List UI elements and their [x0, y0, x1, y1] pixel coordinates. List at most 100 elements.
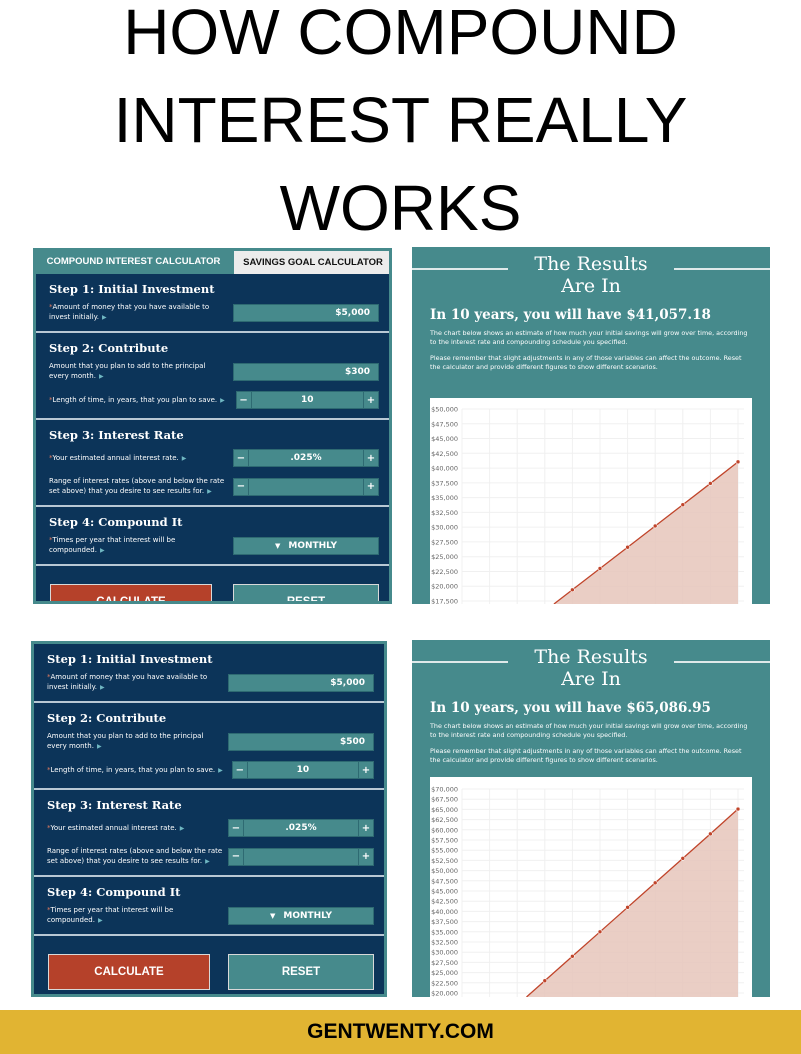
compound-frequency-select[interactable]: ▼ MONTHLY [233, 536, 379, 555]
interest-rate-input[interactable]: .025% [244, 820, 358, 836]
y-tick-label: $47,500 [431, 420, 458, 428]
step-4-section: Step 4: Compound It *Times per year that… [34, 877, 384, 936]
results-headline: In 10 years, you will have $65,086.95 [430, 700, 711, 716]
years-input[interactable]: 10 [248, 762, 358, 778]
calculate-button[interactable]: CALCULATE [48, 954, 210, 990]
data-point [625, 544, 630, 550]
info-arrow-icon[interactable]: ▶ [98, 917, 103, 924]
y-tick-label: $57,500 [431, 837, 458, 845]
data-point [570, 953, 575, 959]
calculator-tabs: COMPOUND INTEREST CALCULATOR SAVINGS GOA… [36, 251, 389, 274]
info-arrow-icon[interactable]: ▶ [100, 684, 105, 691]
y-tick-label: $70,000 [431, 786, 458, 794]
increment-button[interactable]: + [358, 762, 373, 778]
increment-button[interactable]: + [358, 848, 373, 865]
headline-line-2: INTEREST REALLY [113, 84, 688, 156]
caret-down-icon: ▼ [269, 911, 276, 920]
decrement-button[interactable]: − [237, 392, 252, 408]
years-stepper[interactable]: −10 + [235, 391, 379, 409]
interest-rate-stepper[interactable]: − .025% + [228, 819, 374, 837]
data-point [708, 831, 713, 837]
interest-rate-stepper[interactable]: − .025% + [233, 449, 379, 467]
info-arrow-icon[interactable]: ▶ [102, 314, 107, 321]
results-subtitle: Are In [561, 668, 621, 690]
increment-button[interactable]: + [358, 820, 373, 836]
info-arrow-icon[interactable]: ▶ [182, 455, 187, 462]
rate-range-input[interactable] [249, 479, 363, 495]
compound-interest-calculator: COMPOUND INTEREST CALCULATOR SAVINGS GOA… [33, 248, 392, 604]
initial-investment-input[interactable]: $5,000 [233, 303, 379, 322]
data-point [735, 806, 741, 812]
rate-range-input[interactable] [244, 849, 358, 865]
interest-rate-input[interactable]: .025% [249, 450, 363, 466]
caret-down-icon: ▼ [274, 541, 281, 550]
years-stepper[interactable]: −10 + [231, 761, 374, 779]
interest-rate-label: Your estimated annual interest rate. [50, 823, 177, 832]
tab-compound-interest-calculator[interactable]: COMPOUND INTEREST CALCULATOR [36, 251, 234, 274]
step-1-section: Step 1: Initial Investment *Amount of mo… [34, 644, 384, 703]
y-tick-label: $25,000 [431, 969, 458, 977]
decrement-button[interactable]: − [229, 820, 244, 836]
tab-savings-goal-calculator[interactable]: SAVINGS GOAL CALCULATOR [234, 251, 389, 274]
y-tick-label: $50,000 [431, 867, 458, 875]
y-tick-label: $27,500 [431, 538, 458, 546]
monthly-contribution-label: Amount that you plan to add to the princ… [47, 732, 204, 750]
info-arrow-icon[interactable]: ▶ [180, 825, 185, 832]
y-tick-label: $50,000 [431, 406, 458, 414]
y-tick-label: $22,500 [431, 979, 458, 987]
reset-button[interactable]: RESET [233, 584, 379, 601]
y-tick-label: $22,500 [431, 568, 458, 576]
increment-button[interactable]: + [363, 450, 378, 466]
rate-range-stepper[interactable]: − + [228, 847, 374, 866]
years-label: Length of time, in years, that you plan … [50, 765, 216, 774]
reset-button[interactable]: RESET [228, 954, 374, 990]
decrement-button[interactable]: − [233, 762, 248, 778]
growth-chart: $50,000 $47,500 $45,000 $42,500 $40,000 $37,5… [431, 406, 744, 604]
info-arrow-icon[interactable]: ▶ [99, 373, 104, 380]
results-description: The chart below shows an estimate of how… [430, 329, 748, 346]
compound-frequency-select[interactable]: ▼ MONTHLY [228, 906, 374, 925]
interest-rate-label: Your estimated annual interest rate. [52, 453, 179, 462]
y-tick-label: $37,500 [431, 479, 458, 487]
y-tick-label: $30,000 [431, 524, 458, 532]
y-tick-label: $30,000 [431, 949, 458, 957]
chart-container: $50,000 $47,500 $45,000 $42,500 $40,000 $37,5… [430, 398, 752, 604]
step-1-title: Step 1: Initial Investment [47, 652, 213, 666]
y-tick-label: $20,000 [431, 583, 458, 591]
info-arrow-icon[interactable]: ▶ [207, 488, 212, 495]
years-input[interactable]: 10 [252, 392, 363, 408]
y-tick-label: $25,000 [431, 553, 458, 561]
compound-frequency-label: Times per year that interest will be com… [47, 906, 174, 924]
years-label: Length of time, in years, that you plan … [52, 395, 218, 404]
decrement-button[interactable]: − [234, 478, 249, 495]
decrement-button[interactable]: − [234, 450, 249, 466]
headline-line-1: HOW COMPOUND [123, 0, 678, 68]
rate-range-stepper[interactable]: − + [233, 477, 379, 496]
compound-frequency-value: MONTHLY [288, 540, 338, 551]
results-panel-2: The Results Are In In 10 years, you will … [412, 640, 770, 997]
step-2-section: Step 2: Contribute Amount that you plan … [36, 333, 389, 420]
y-tick-label: $62,500 [431, 816, 458, 824]
decrement-button[interactable]: − [229, 848, 244, 865]
monthly-contribution-input[interactable]: $300 [233, 362, 379, 381]
info-arrow-icon[interactable]: ▶ [97, 743, 102, 750]
initial-investment-input[interactable]: $5,000 [228, 673, 374, 692]
data-point [597, 566, 603, 571]
step-4-title: Step 4: Compound It [47, 885, 181, 899]
y-tick-label: $32,500 [431, 509, 458, 517]
y-tick-label: $27,500 [431, 959, 458, 967]
compound-frequency-label: Times per year that interest will be com… [49, 536, 176, 554]
info-arrow-icon[interactable]: ▶ [205, 858, 210, 865]
data-point [542, 978, 548, 984]
calculate-button[interactable]: CALCULATE [50, 584, 212, 601]
y-tick-label: $35,000 [431, 494, 458, 502]
site-footer[interactable]: GENTWENTY.COM [0, 1010, 801, 1054]
step-3-title: Step 3: Interest Rate [49, 428, 184, 442]
step-3-section: Step 3: Interest Rate *Your estimated an… [36, 420, 389, 507]
info-arrow-icon[interactable]: ▶ [100, 547, 105, 554]
monthly-contribution-input[interactable]: $500 [228, 732, 374, 751]
info-arrow-icon[interactable]: ▶ [220, 397, 225, 404]
increment-button[interactable]: + [363, 478, 378, 495]
info-arrow-icon[interactable]: ▶ [218, 767, 223, 774]
increment-button[interactable]: + [363, 392, 378, 408]
